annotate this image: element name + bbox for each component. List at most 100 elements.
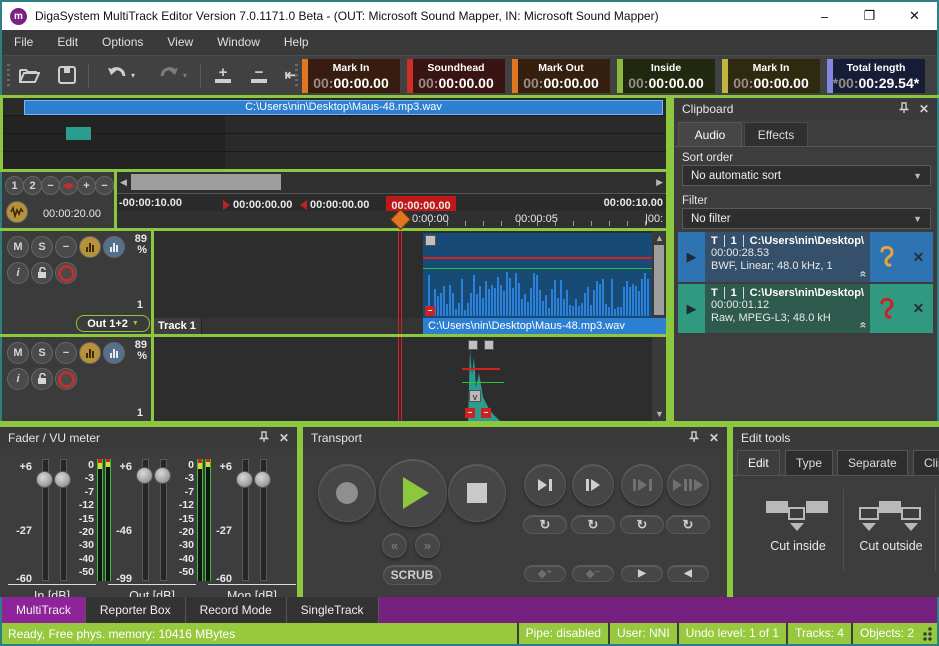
fader-knob[interactable] <box>154 467 171 484</box>
delete-marker-button[interactable]: ◆⁻ <box>572 565 614 582</box>
overview-object-bar[interactable]: C:\Users\nin\Desktop\Maus-48.mp3.wav <box>24 100 663 115</box>
zoom-preset-2-button[interactable]: 2 <box>23 176 42 195</box>
track1-record-button[interactable] <box>55 262 77 284</box>
clip-item-body[interactable]: T 1 C:\Users\nin\Desktop\ 00:00:28.53 BW… <box>705 232 870 282</box>
tab-audio[interactable]: Audio <box>678 122 742 146</box>
object-label-bar[interactable]: C:\Users\nin\Desktop\Maus-48.mp3.wav <box>423 318 666 334</box>
tick-strip[interactable]: 0:00:00 00:00:05 |00: <box>117 211 666 228</box>
close-panel-icon[interactable]: ✕ <box>919 102 929 116</box>
fader-knob[interactable] <box>236 471 253 488</box>
zoom-out-button[interactable]: − <box>95 176 114 195</box>
track1-meter-blue-icon[interactable] <box>103 236 125 258</box>
waveform-zoom-icon[interactable] <box>6 201 28 223</box>
menu-view[interactable]: View <box>155 30 205 55</box>
loop-button-3[interactable]: ↻ <box>620 515 664 534</box>
scrollbar-thumb[interactable] <box>131 174 281 190</box>
track1-mute-button[interactable]: M <box>7 236 29 258</box>
track1-info-button[interactable]: i <box>7 262 29 284</box>
tab-multitrack[interactable]: MultiTrack <box>2 597 86 623</box>
menu-edit[interactable]: Edit <box>45 30 90 55</box>
loop-button-2[interactable]: ↻ <box>571 515 615 534</box>
zoom-preset-1-button[interactable]: 1 <box>5 176 24 195</box>
scroll-up-icon[interactable]: ▲ <box>655 233 664 243</box>
clip-delete-button[interactable]: ✕ <box>904 232 933 282</box>
track2-meter-gold-icon[interactable] <box>79 342 101 364</box>
clipboard-item[interactable]: ▶ T 1 C:\Users\nin\Desktop\ 00:00:01.12 … <box>678 284 933 333</box>
fader-knob[interactable] <box>54 471 71 488</box>
tab-separate[interactable]: Separate <box>837 450 908 475</box>
prelisten-ear-button[interactable] <box>870 232 904 282</box>
tab-effects[interactable]: Effects <box>744 122 808 146</box>
menu-options[interactable]: Options <box>90 30 155 55</box>
zoom-minus-button[interactable]: − <box>41 176 60 195</box>
clip-item-body[interactable]: T 1 C:\Users\nin\Desktop\ 00:00:01.12 Ra… <box>705 284 870 333</box>
object2-gain-handle2[interactable]: − <box>481 408 491 418</box>
tab-record-mode[interactable]: Record Mode <box>186 597 287 623</box>
clip-play-button[interactable]: ▶ <box>678 284 705 333</box>
object-fade-handle[interactable] <box>425 235 436 246</box>
mark-in-flag[interactable]: 00:00:00.00 <box>223 199 292 211</box>
collapse-chevrons-icon[interactable]: « <box>857 271 870 278</box>
add-marker-button[interactable]: ◆⁺ <box>524 565 566 582</box>
cut-inside-button[interactable] <box>766 497 830 531</box>
scroll-right-icon[interactable]: ▶ <box>656 177 663 187</box>
vscrollbar-thumb[interactable] <box>654 245 664 315</box>
pin-icon[interactable] <box>899 102 909 117</box>
object-red-level-line[interactable] <box>423 257 652 259</box>
undo-icon[interactable]: ▾ <box>100 62 140 88</box>
prelisten-ear-button[interactable] <box>870 284 904 333</box>
fader-knob[interactable] <box>136 467 153 484</box>
cut-outside-button[interactable] <box>859 497 923 531</box>
toolbar-grip2[interactable] <box>295 64 298 88</box>
track1-solo-button[interactable]: S <box>31 236 53 258</box>
menu-file[interactable]: File <box>2 30 45 55</box>
nudge-forward-button[interactable]: » <box>415 533 440 558</box>
track2-solo-button[interactable]: S <box>31 342 53 364</box>
clip-delete-button[interactable]: ✕ <box>904 284 933 333</box>
goto-start-icon[interactable]: ⇤ <box>278 62 304 88</box>
collapse-chevrons-icon[interactable]: « <box>857 322 870 329</box>
zoom-in-button[interactable]: + <box>77 176 96 195</box>
track1-name-tab[interactable]: Track 1 <box>154 318 202 334</box>
close-panel-icon[interactable]: ✕ <box>709 431 719 445</box>
track2-mute-button[interactable]: M <box>7 342 29 364</box>
open-file-icon[interactable] <box>16 62 42 88</box>
object2-green-level-line[interactable] <box>462 382 504 383</box>
stop-button[interactable] <box>448 464 506 522</box>
track2-info-button[interactable]: i <box>7 368 29 390</box>
close-button[interactable]: ✕ <box>892 2 937 30</box>
playhead-diamond[interactable] <box>390 209 411 230</box>
prev-marker-button[interactable]: ◀ <box>667 565 709 582</box>
scrub-button[interactable]: SCRUB <box>383 565 441 585</box>
track1-flat-button[interactable]: − <box>55 236 77 258</box>
redo-icon[interactable]: ▾ <box>152 62 192 88</box>
overview-strip[interactable]: C:\Users\nin\Desktop\Maus-48.mp3.wav <box>3 98 666 169</box>
clip-play-button[interactable]: ▶ <box>678 232 705 282</box>
track1-meter-gold-icon[interactable] <box>79 236 101 258</box>
mark-out-flag[interactable]: 00:00:00.00 <box>300 199 369 211</box>
scroll-down-icon[interactable]: ▼ <box>655 409 664 419</box>
save-icon[interactable] <box>54 62 80 88</box>
pin-icon[interactable] <box>689 431 699 446</box>
toolbar-grip[interactable] <box>7 64 10 88</box>
tab-singletrack[interactable]: SingleTrack <box>287 597 379 623</box>
track1-lock-icon[interactable] <box>31 262 53 284</box>
fader-knob[interactable] <box>254 471 271 488</box>
timeline-scrollbar[interactable]: ◀ ▶ <box>117 172 666 193</box>
next-marker-button[interactable]: ▶ <box>621 565 663 582</box>
zoom-marks-button[interactable]: ◀▶ <box>59 176 78 195</box>
timeline-ruler[interactable]: -00:00:10.00 00:00:00.00 00:00:00.00 00:… <box>117 193 666 212</box>
track2-vscrollbar[interactable]: ▼ <box>652 337 666 421</box>
play-button[interactable] <box>379 459 447 527</box>
menu-window[interactable]: Window <box>205 30 272 55</box>
tab-reporter-box[interactable]: Reporter Box <box>86 597 186 623</box>
loop-button-4[interactable]: ↻ <box>666 515 710 534</box>
filter-dropdown[interactable]: No filter▼ <box>682 208 931 229</box>
zoom-out-track-icon[interactable]: − <box>246 62 272 88</box>
tab-edit[interactable]: Edit <box>737 450 780 475</box>
scroll-left-icon[interactable]: ◀ <box>120 177 127 187</box>
object-green-level-line[interactable] <box>423 268 652 269</box>
nudge-back-button[interactable]: « <box>382 533 407 558</box>
maximize-button[interactable]: ❐ <box>847 2 892 30</box>
close-panel-icon[interactable]: ✕ <box>279 431 289 445</box>
